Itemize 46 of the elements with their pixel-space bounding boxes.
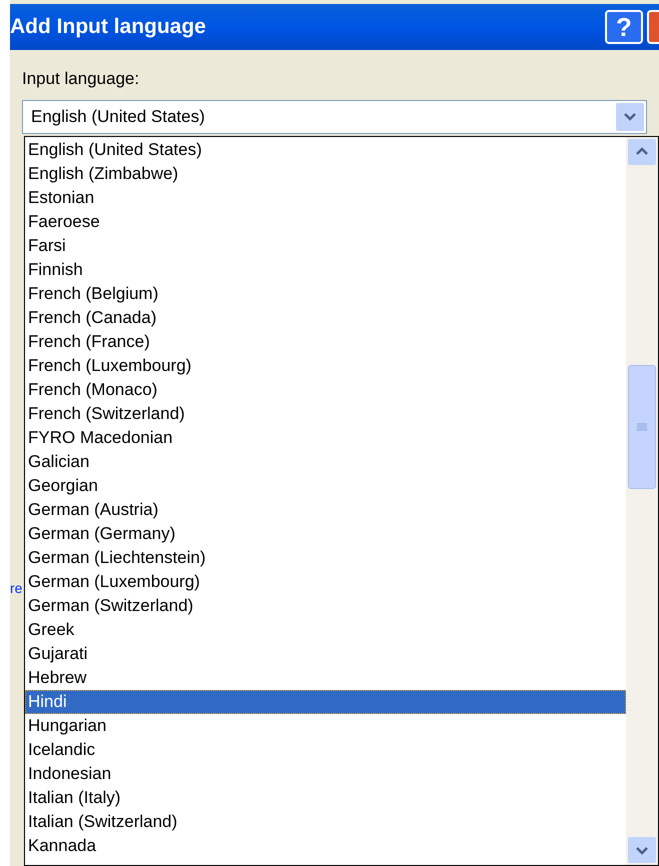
- scroll-down-button[interactable]: [628, 837, 656, 863]
- list-item[interactable]: German (Germany): [25, 522, 626, 546]
- list-item[interactable]: French (Luxembourg): [25, 354, 626, 378]
- dropdown-button[interactable]: [616, 102, 644, 130]
- language-dropdown[interactable]: English (United States): [22, 100, 647, 134]
- list-item[interactable]: English (United States): [25, 138, 626, 162]
- link-fragment: re: [10, 578, 22, 598]
- language-list[interactable]: [24, 136, 659, 866]
- chevron-down-icon: [635, 846, 649, 854]
- help-button[interactable]: ?: [605, 10, 643, 44]
- window-title: Add Input language: [10, 14, 206, 40]
- list-item[interactable]: Estonian: [25, 186, 626, 210]
- list-item[interactable]: Kannada: [25, 834, 626, 858]
- list-item[interactable]: German (Switzerland): [25, 594, 626, 618]
- list-item[interactable]: German (Liechtenstein): [25, 546, 626, 570]
- list-item[interactable]: Galician: [25, 450, 626, 474]
- list-item[interactable]: Greek: [25, 618, 626, 642]
- chevron-up-icon: [635, 147, 649, 156]
- list-item[interactable]: French (Canada): [25, 306, 626, 330]
- list-item[interactable]: Gujarati: [25, 642, 626, 666]
- list-item[interactable]: Italian (Italy): [25, 786, 626, 810]
- grip-icon: [637, 422, 647, 430]
- chevron-down-icon: [623, 112, 637, 121]
- list-item[interactable]: French (Monaco): [25, 378, 626, 402]
- scroll-thumb[interactable]: [628, 364, 656, 488]
- scroll-up-button[interactable]: [628, 138, 656, 164]
- list-item[interactable]: Hebrew: [25, 666, 626, 690]
- list-item[interactable]: Hindi: [25, 690, 626, 714]
- list-item[interactable]: Hungarian: [25, 714, 626, 738]
- list-item[interactable]: German (Luxembourg): [25, 570, 626, 594]
- scrollbar[interactable]: [626, 136, 658, 865]
- list-item[interactable]: FYRO Macedonian: [25, 426, 626, 450]
- list-item[interactable]: French (Switzerland): [25, 402, 626, 426]
- list-item[interactable]: Farsi: [25, 234, 626, 258]
- list-item[interactable]: Faeroese: [25, 210, 626, 234]
- list-item[interactable]: Italian (Switzerland): [25, 810, 626, 834]
- list-item[interactable]: French (Belgium): [25, 282, 626, 306]
- list-item[interactable]: Finnish: [25, 258, 626, 282]
- list-item[interactable]: German (Austria): [25, 498, 626, 522]
- list-item[interactable]: Icelandic: [25, 738, 626, 762]
- list-item[interactable]: Georgian: [25, 474, 626, 498]
- close-button[interactable]: [647, 10, 659, 44]
- list-item[interactable]: French (France): [25, 330, 626, 354]
- list-item[interactable]: English (Zimbabwe): [25, 162, 626, 186]
- field-label: Input language:: [22, 68, 140, 90]
- list-item[interactable]: Indonesian: [25, 762, 626, 786]
